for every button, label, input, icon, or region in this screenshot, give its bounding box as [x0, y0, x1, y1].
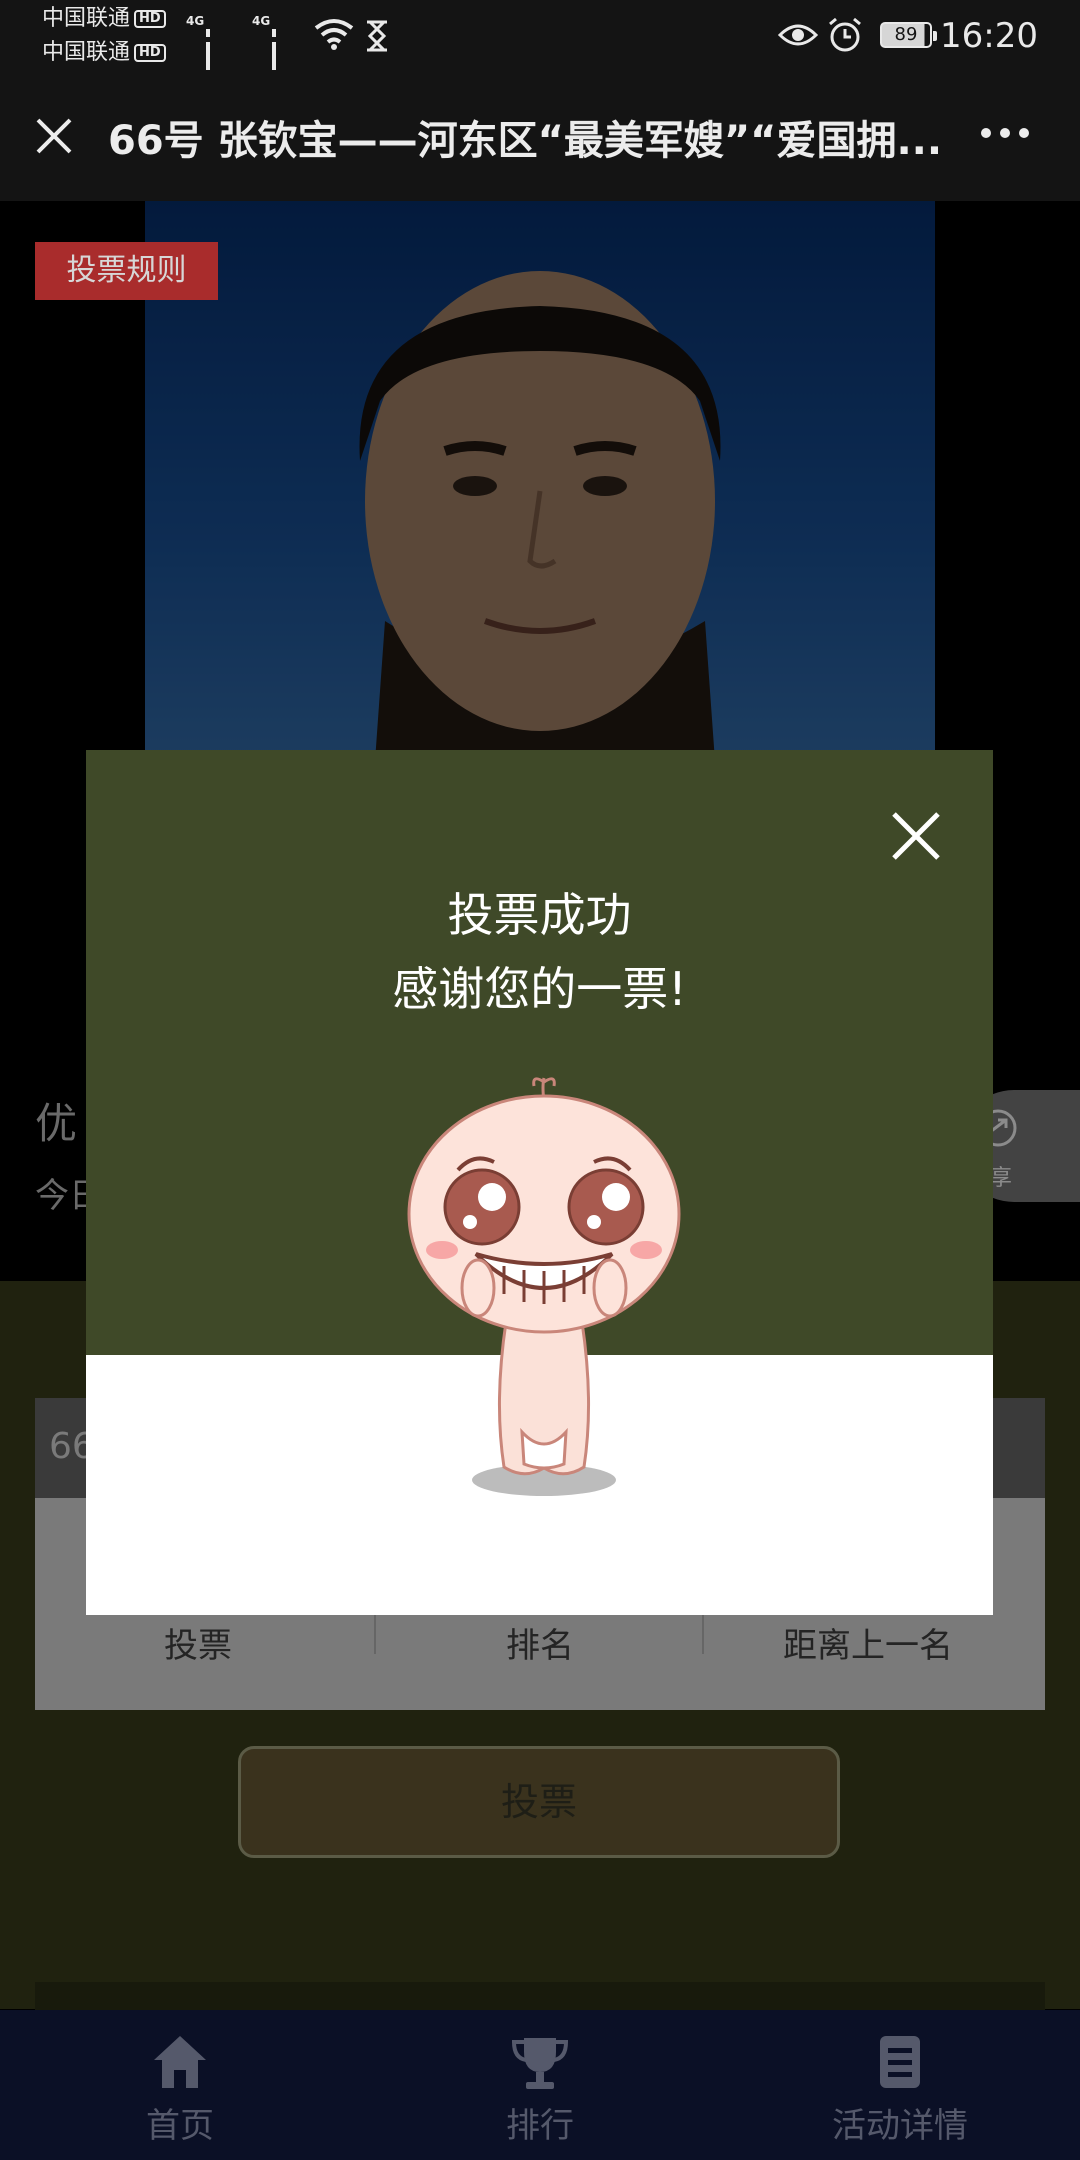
eye-icon — [778, 24, 818, 46]
stat-rank-label: 排名 — [506, 1626, 574, 1666]
contestant-photo — [145, 201, 935, 761]
home-icon — [154, 2036, 206, 2088]
page-title: 66号 张钦宝——河东区“最美军嫂”“爱国拥... — [108, 118, 943, 164]
contestant-name-partial: 优 — [35, 1099, 78, 1148]
wifi-icon — [314, 19, 354, 50]
status-time: 16:20 — [940, 16, 1038, 56]
carrier-2: 中国联通 HD — [42, 40, 166, 66]
trophy-icon — [511, 2038, 569, 2089]
hourglass-icon — [367, 20, 387, 52]
bottom-nav: 首页 排行 活动详情 — [0, 2010, 1080, 2160]
status-bar: 中国联通 HD 中国联通 HD 4G 4G 89 16:20 — [0, 0, 1080, 104]
vote-button[interactable]: 投票 — [238, 1746, 840, 1858]
nav-item-ranking[interactable]: 排行 — [360, 2010, 720, 2160]
carrier-1-label: 中国联通 — [42, 6, 131, 31]
more-icon[interactable] — [980, 126, 1030, 140]
nav-item-home[interactable]: 首页 — [0, 2010, 360, 2160]
network-1-label: 4G — [186, 14, 205, 28]
modal-title-line2: 感谢您的一票! — [392, 962, 687, 1016]
stat-gap-label: 距离上一名 — [783, 1626, 953, 1666]
nav-label-details: 活动详情 — [832, 2106, 968, 2146]
title-bar: 66号 张钦宝——河东区“最美军嫂”“爱国拥... — [0, 70, 1080, 201]
close-icon[interactable] — [35, 117, 73, 155]
stat-votes-label: 投票 — [164, 1626, 232, 1666]
hd-badge-2: HD — [134, 44, 166, 62]
carrier-2-label: 中国联通 — [42, 40, 131, 65]
battery-icon: 89 — [880, 22, 937, 48]
rules-badge[interactable]: 投票规则 — [35, 242, 218, 300]
alarm-icon — [829, 17, 861, 52]
carrier-1: 中国联通 HD — [42, 6, 166, 32]
nav-item-details[interactable]: 活动详情 — [720, 2010, 1080, 2160]
portrait-illustration — [145, 201, 935, 761]
close-icon[interactable] — [886, 806, 946, 866]
hd-badge-1: HD — [134, 10, 166, 28]
content-strip — [35, 1982, 1045, 2012]
nav-label-ranking: 排行 — [506, 2106, 574, 2146]
network-2-label: 4G — [252, 14, 271, 28]
vote-success-modal: 投票成功 感谢您的一票! — [86, 750, 993, 1615]
mascot-illustration — [407, 1077, 681, 1496]
nav-label-home: 首页 — [146, 2106, 214, 2146]
modal-message: 投票成功 感谢您的一票! — [86, 878, 993, 1026]
modal-title-line1: 投票成功 — [447, 888, 632, 942]
notebook-icon — [880, 2036, 920, 2088]
share-label: 享 — [990, 1166, 1013, 1191]
